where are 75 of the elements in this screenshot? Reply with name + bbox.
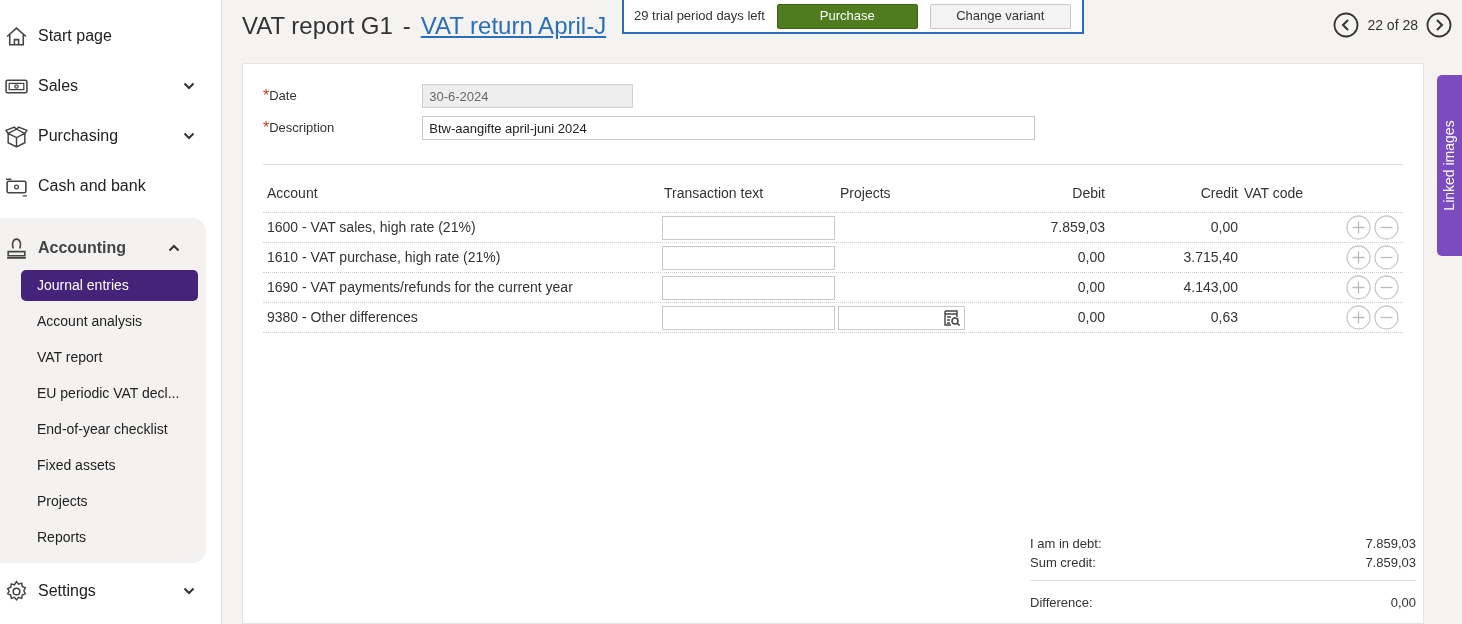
lookup-icon[interactable]	[943, 309, 961, 326]
column-header: Transaction text	[663, 184, 765, 203]
required-mark: *	[263, 86, 270, 106]
chevron-up-icon[interactable]	[168, 244, 180, 252]
sidebar-item[interactable]: Settings	[38, 579, 174, 603]
chevron-down-icon[interactable]	[183, 82, 195, 90]
input-field[interactable]: Btw-aangifte april-juni 2024	[422, 116, 1036, 140]
sidebar-item[interactable]: Purchasing	[38, 124, 174, 148]
linked-images-tab[interactable]: Linked images	[1437, 75, 1462, 256]
input-field[interactable]	[662, 275, 835, 300]
project-field[interactable]	[838, 305, 965, 330]
total-label: Difference:	[1030, 594, 1093, 613]
title-separator: -	[402, 11, 411, 41]
trial-notice: 29 trial period days left	[634, 7, 765, 26]
table-cell-text: 4.143,00	[1182, 278, 1238, 297]
pager-text: 22 of 28	[1367, 15, 1418, 35]
purchase-button[interactable]: Purchase	[776, 3, 918, 29]
total-label: I am in debt:	[1030, 534, 1102, 553]
required-mark: *	[263, 118, 270, 138]
remove-icon[interactable]	[1374, 215, 1399, 240]
input-field[interactable]	[662, 215, 835, 240]
table-cell-text: 9380 - Other differences	[267, 308, 419, 327]
remove-icon[interactable]	[1374, 275, 1399, 300]
gear-icon	[4, 578, 29, 604]
table-cell-text: 0,00	[1076, 278, 1105, 297]
next-icon[interactable]	[1426, 12, 1452, 38]
total-value: 7.859,03	[1365, 534, 1416, 553]
field-label: Description	[269, 119, 336, 138]
input-field[interactable]	[662, 305, 835, 330]
table-cell-text: 1600 - VAT sales, high rate (21%)	[267, 218, 477, 237]
sidebar-subitem[interactable]: Account analysis	[21, 306, 198, 337]
sidebar-subitem[interactable]: Fixed assets	[21, 450, 198, 481]
table-cell-text: 1690 - VAT payments/refunds for the current year	[267, 278, 574, 297]
add-icon[interactable]	[1346, 305, 1371, 330]
table-cell-text: 7.859,03	[1049, 218, 1105, 237]
sidebar-subitem[interactable]: Reports	[21, 522, 198, 553]
column-header: Credit	[1199, 184, 1238, 203]
change-variant-button[interactable]: Change variant	[929, 3, 1071, 29]
sidebar-subitem[interactable]: End-of-year checklist	[21, 414, 198, 445]
sidebar-subitem[interactable]: Journal entries	[21, 270, 198, 301]
add-icon[interactable]	[1346, 245, 1371, 270]
sidebar-item[interactable]: Accounting	[38, 236, 159, 260]
column-header: Projects	[840, 184, 892, 203]
table-cell-text: 0,00	[1209, 218, 1238, 237]
add-icon[interactable]	[1346, 215, 1371, 240]
chevron-down-icon[interactable]	[183, 132, 195, 140]
table-cell-text: 0,00	[1076, 248, 1105, 267]
stamp-icon	[4, 235, 29, 261]
table-cell-text: 3.715,40	[1182, 248, 1238, 267]
box-icon	[4, 123, 29, 149]
sidebar-subitem[interactable]: Projects	[21, 486, 198, 517]
column-header: VAT code	[1243, 184, 1305, 203]
total-value: 7.859,03	[1365, 553, 1416, 572]
column-header: Debit	[1071, 184, 1105, 203]
table-cell-text: 0,63	[1209, 308, 1238, 327]
previous-icon[interactable]	[1333, 12, 1360, 38]
table-cell-text: 1610 - VAT purchase, high rate (21%)	[267, 248, 502, 267]
record-link[interactable]: VAT return April-J	[420, 8, 607, 44]
field-label: Date	[269, 87, 298, 106]
add-icon[interactable]	[1346, 275, 1371, 300]
sidebar-item[interactable]: Cash and bank	[38, 174, 195, 198]
page-title: VAT report G1	[242, 11, 393, 41]
table-cell-text: 0,00	[1076, 308, 1105, 327]
chevron-down-icon[interactable]	[183, 587, 195, 595]
sidebar-item[interactable]: Start page	[38, 24, 195, 48]
total-label: Sum credit:	[1030, 553, 1096, 572]
remove-icon[interactable]	[1374, 245, 1399, 270]
input-field: 30-6-2024	[422, 84, 634, 108]
input-field[interactable]	[662, 245, 835, 270]
total-value: 0,00	[1390, 594, 1416, 613]
sidebar-subitem[interactable]: VAT report	[21, 342, 198, 373]
remove-icon[interactable]	[1374, 305, 1399, 330]
column-header: Account	[267, 184, 319, 203]
sidebar-item[interactable]: Sales	[38, 74, 174, 98]
sidebar-subitem[interactable]: EU periodic VAT decl...	[21, 378, 198, 409]
